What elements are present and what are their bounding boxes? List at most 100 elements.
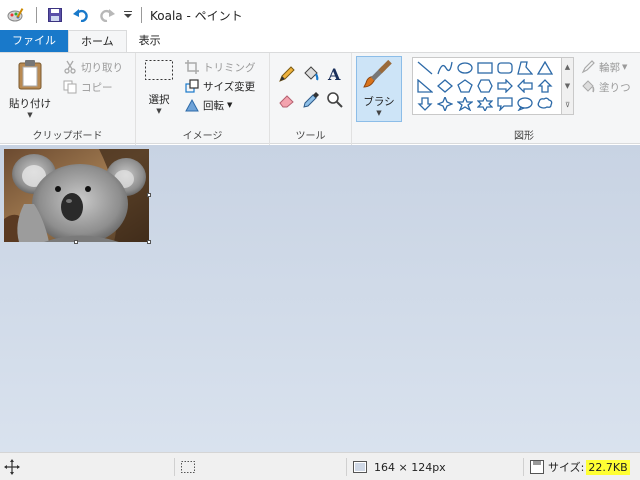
chevron-down-icon: ▼ [227, 101, 233, 109]
disk-icon [530, 460, 544, 474]
rotate-icon [184, 97, 200, 113]
toolbar-separator [141, 7, 142, 23]
crop-button[interactable]: トリミング [184, 59, 256, 75]
brushes-button[interactable]: ブラシ ▼ [356, 56, 402, 122]
customize-dropdown-icon[interactable] [123, 5, 133, 25]
outline-label: 輪郭 [599, 61, 620, 74]
cloud-callout-shape-icon[interactable] [537, 97, 553, 111]
right-triangle-shape-icon[interactable] [417, 79, 433, 93]
scroll-up-icon[interactable]: ▲ [562, 58, 573, 77]
canvas-workspace[interactable] [0, 145, 640, 452]
paint-app-icon[interactable] [6, 5, 26, 25]
rotate-label: 回転 [203, 99, 224, 112]
oval-callout-shape-icon[interactable] [517, 97, 533, 111]
scroll-down-icon[interactable]: ▼ [562, 77, 573, 96]
cut-label: 切り取り [81, 61, 123, 74]
select-label: 選択 [148, 94, 170, 106]
polygon-shape-icon[interactable] [517, 61, 533, 75]
tab-view[interactable]: 表示 [127, 30, 173, 52]
brush-icon [363, 59, 392, 88]
resize-icon [184, 78, 200, 94]
oval-shape-icon[interactable] [457, 61, 473, 75]
triangle-shape-icon[interactable] [537, 61, 553, 75]
koala-image[interactable] [4, 149, 149, 242]
down-arrow-shape-icon[interactable] [417, 97, 433, 111]
clipboard-group-label: クリップボード [32, 131, 103, 142]
fill-label: 塗りつ [599, 81, 631, 94]
curve-shape-icon[interactable] [437, 61, 453, 75]
move-cursor-icon [4, 459, 20, 475]
hexagon-shape-icon[interactable] [477, 79, 493, 93]
title-bar: Koala - ペイント [0, 0, 640, 30]
tab-file[interactable]: ファイル [0, 30, 68, 52]
copy-button[interactable]: コピー [62, 79, 113, 95]
image-group: 選択 ▼ トリミング サイズ変更 回転 ▼ イメージ [136, 53, 270, 145]
image-size-icon [353, 461, 367, 473]
outline-brush-icon [580, 59, 596, 75]
selection-size [180, 453, 196, 480]
chevron-down-icon: ▼ [27, 111, 33, 119]
line-shape-icon[interactable] [417, 61, 433, 75]
rectangle-shape-icon[interactable] [477, 61, 493, 75]
left-arrow-shape-icon[interactable] [517, 79, 533, 93]
status-bar: 164 × 124px サイズ: 22.7KB [0, 452, 640, 480]
file-size-label: サイズ: [548, 461, 585, 474]
undo-icon[interactable] [71, 5, 91, 25]
rounded-rectangle-shape-icon[interactable] [497, 61, 513, 75]
cut-button[interactable]: 切り取り [62, 59, 123, 75]
rotate-button[interactable]: 回転 ▼ [184, 97, 232, 113]
tab-home[interactable]: ホーム [68, 30, 127, 52]
clipboard-icon [18, 60, 42, 90]
six-point-star-shape-icon[interactable] [477, 97, 493, 111]
chevron-down-icon: ▼ [156, 107, 162, 115]
select-button[interactable]: 選択 ▼ [140, 59, 178, 115]
paste-button[interactable]: 貼り付け ▼ [6, 57, 54, 123]
scissors-icon [62, 59, 78, 75]
gallery-expand-icon[interactable]: ⊽ [562, 96, 573, 115]
ribbon-tabs: ファイル ホーム 表示 [0, 30, 640, 52]
image-group-label: イメージ [182, 131, 223, 142]
four-point-star-shape-icon[interactable] [437, 97, 453, 111]
resize-label: サイズ変更 [203, 80, 256, 93]
svg-text:A: A [327, 65, 341, 83]
fill-button[interactable]: 塗りつ [580, 79, 631, 95]
image-dimensions: 164 × 124px [352, 453, 446, 480]
tools-group: A ツール [270, 53, 352, 145]
file-size-value: 22.7KB [586, 459, 630, 475]
resize-handle[interactable] [147, 240, 151, 244]
pentagon-shape-icon[interactable] [457, 79, 473, 93]
paste-label: 貼り付け [9, 98, 51, 110]
fill-bucket-icon[interactable] [302, 65, 320, 83]
brush-label: ブラシ [363, 96, 395, 108]
five-point-star-shape-icon[interactable] [457, 97, 473, 111]
copy-label: コピー [81, 81, 113, 94]
color-picker-icon[interactable] [302, 91, 320, 109]
ribbon: 貼り付け ▼ 切り取り コピー クリップボード 選択 ▼ トリミング サイズ変更 [0, 52, 640, 145]
fill-bucket-icon [580, 79, 596, 95]
eraser-icon[interactable] [278, 91, 296, 109]
up-arrow-shape-icon[interactable] [537, 79, 553, 93]
shapes-scrollbar[interactable]: ▲ ▼ ⊽ [562, 57, 574, 115]
text-tool-icon[interactable]: A [326, 65, 344, 83]
window-title: Koala - ペイント [150, 8, 243, 23]
resize-button[interactable]: サイズ変更 [184, 78, 255, 94]
diamond-shape-icon[interactable] [437, 79, 453, 93]
status-divider [174, 458, 175, 476]
quick-access-toolbar [0, 0, 150, 30]
cursor-position [4, 453, 20, 480]
selection-rectangle-icon [145, 60, 173, 80]
status-divider [346, 458, 347, 476]
rectangular-callout-shape-icon[interactable] [497, 97, 513, 111]
tools-group-label: ツール [295, 131, 326, 142]
outline-button[interactable]: 輪郭 ▼ [580, 59, 627, 75]
resize-handle[interactable] [147, 193, 151, 197]
pencil-icon[interactable] [278, 65, 296, 83]
chevron-down-icon: ▼ [622, 63, 628, 71]
right-arrow-shape-icon[interactable] [497, 79, 513, 93]
clipboard-group: 貼り付け ▼ 切り取り コピー クリップボード [0, 53, 136, 145]
crop-label: トリミング [203, 61, 256, 74]
save-icon[interactable] [45, 5, 65, 25]
magnifier-icon[interactable] [326, 91, 344, 109]
resize-handle[interactable] [74, 240, 78, 244]
redo-icon[interactable] [97, 5, 117, 25]
